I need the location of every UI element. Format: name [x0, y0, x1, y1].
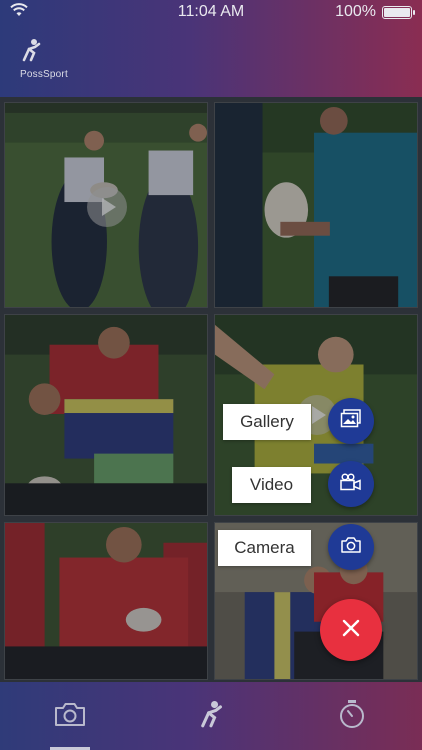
- bottom-tab-bar: [0, 682, 422, 750]
- camera-icon: [340, 536, 362, 559]
- logo-text: PossSport: [20, 69, 68, 80]
- tab-stopwatch[interactable]: [282, 682, 422, 750]
- video-button[interactable]: [328, 461, 374, 507]
- status-bar: 11:04 AM 100%: [0, 0, 422, 24]
- gallery-option-text: Gallery: [240, 412, 294, 431]
- menu-dim-overlay[interactable]: [0, 97, 422, 682]
- video-option-text: Video: [249, 475, 294, 494]
- possport-logo-icon: [20, 38, 42, 67]
- gallery-icon: [340, 408, 362, 434]
- close-menu-button[interactable]: [320, 599, 382, 661]
- possport-logo-icon: [198, 698, 224, 735]
- stopwatch-icon: [338, 699, 366, 734]
- camera-icon: [54, 701, 86, 732]
- tab-camera[interactable]: [0, 682, 140, 750]
- video-option-label[interactable]: Video: [232, 467, 311, 503]
- camera-option-text: Camera: [234, 538, 295, 557]
- app-logo[interactable]: PossSport: [20, 38, 68, 80]
- status-time: 11:04 AM: [177, 3, 245, 20]
- close-icon: [341, 618, 361, 643]
- tab-home[interactable]: [141, 682, 281, 750]
- gallery-button[interactable]: [328, 398, 374, 444]
- video-camera-icon: [339, 472, 363, 496]
- camera-button[interactable]: [328, 524, 374, 570]
- header: 11:04 AM 100% PossSport: [0, 0, 422, 97]
- battery-icon: [382, 5, 415, 19]
- camera-option-label[interactable]: Camera: [218, 530, 311, 566]
- gallery-option-label[interactable]: Gallery: [223, 404, 311, 440]
